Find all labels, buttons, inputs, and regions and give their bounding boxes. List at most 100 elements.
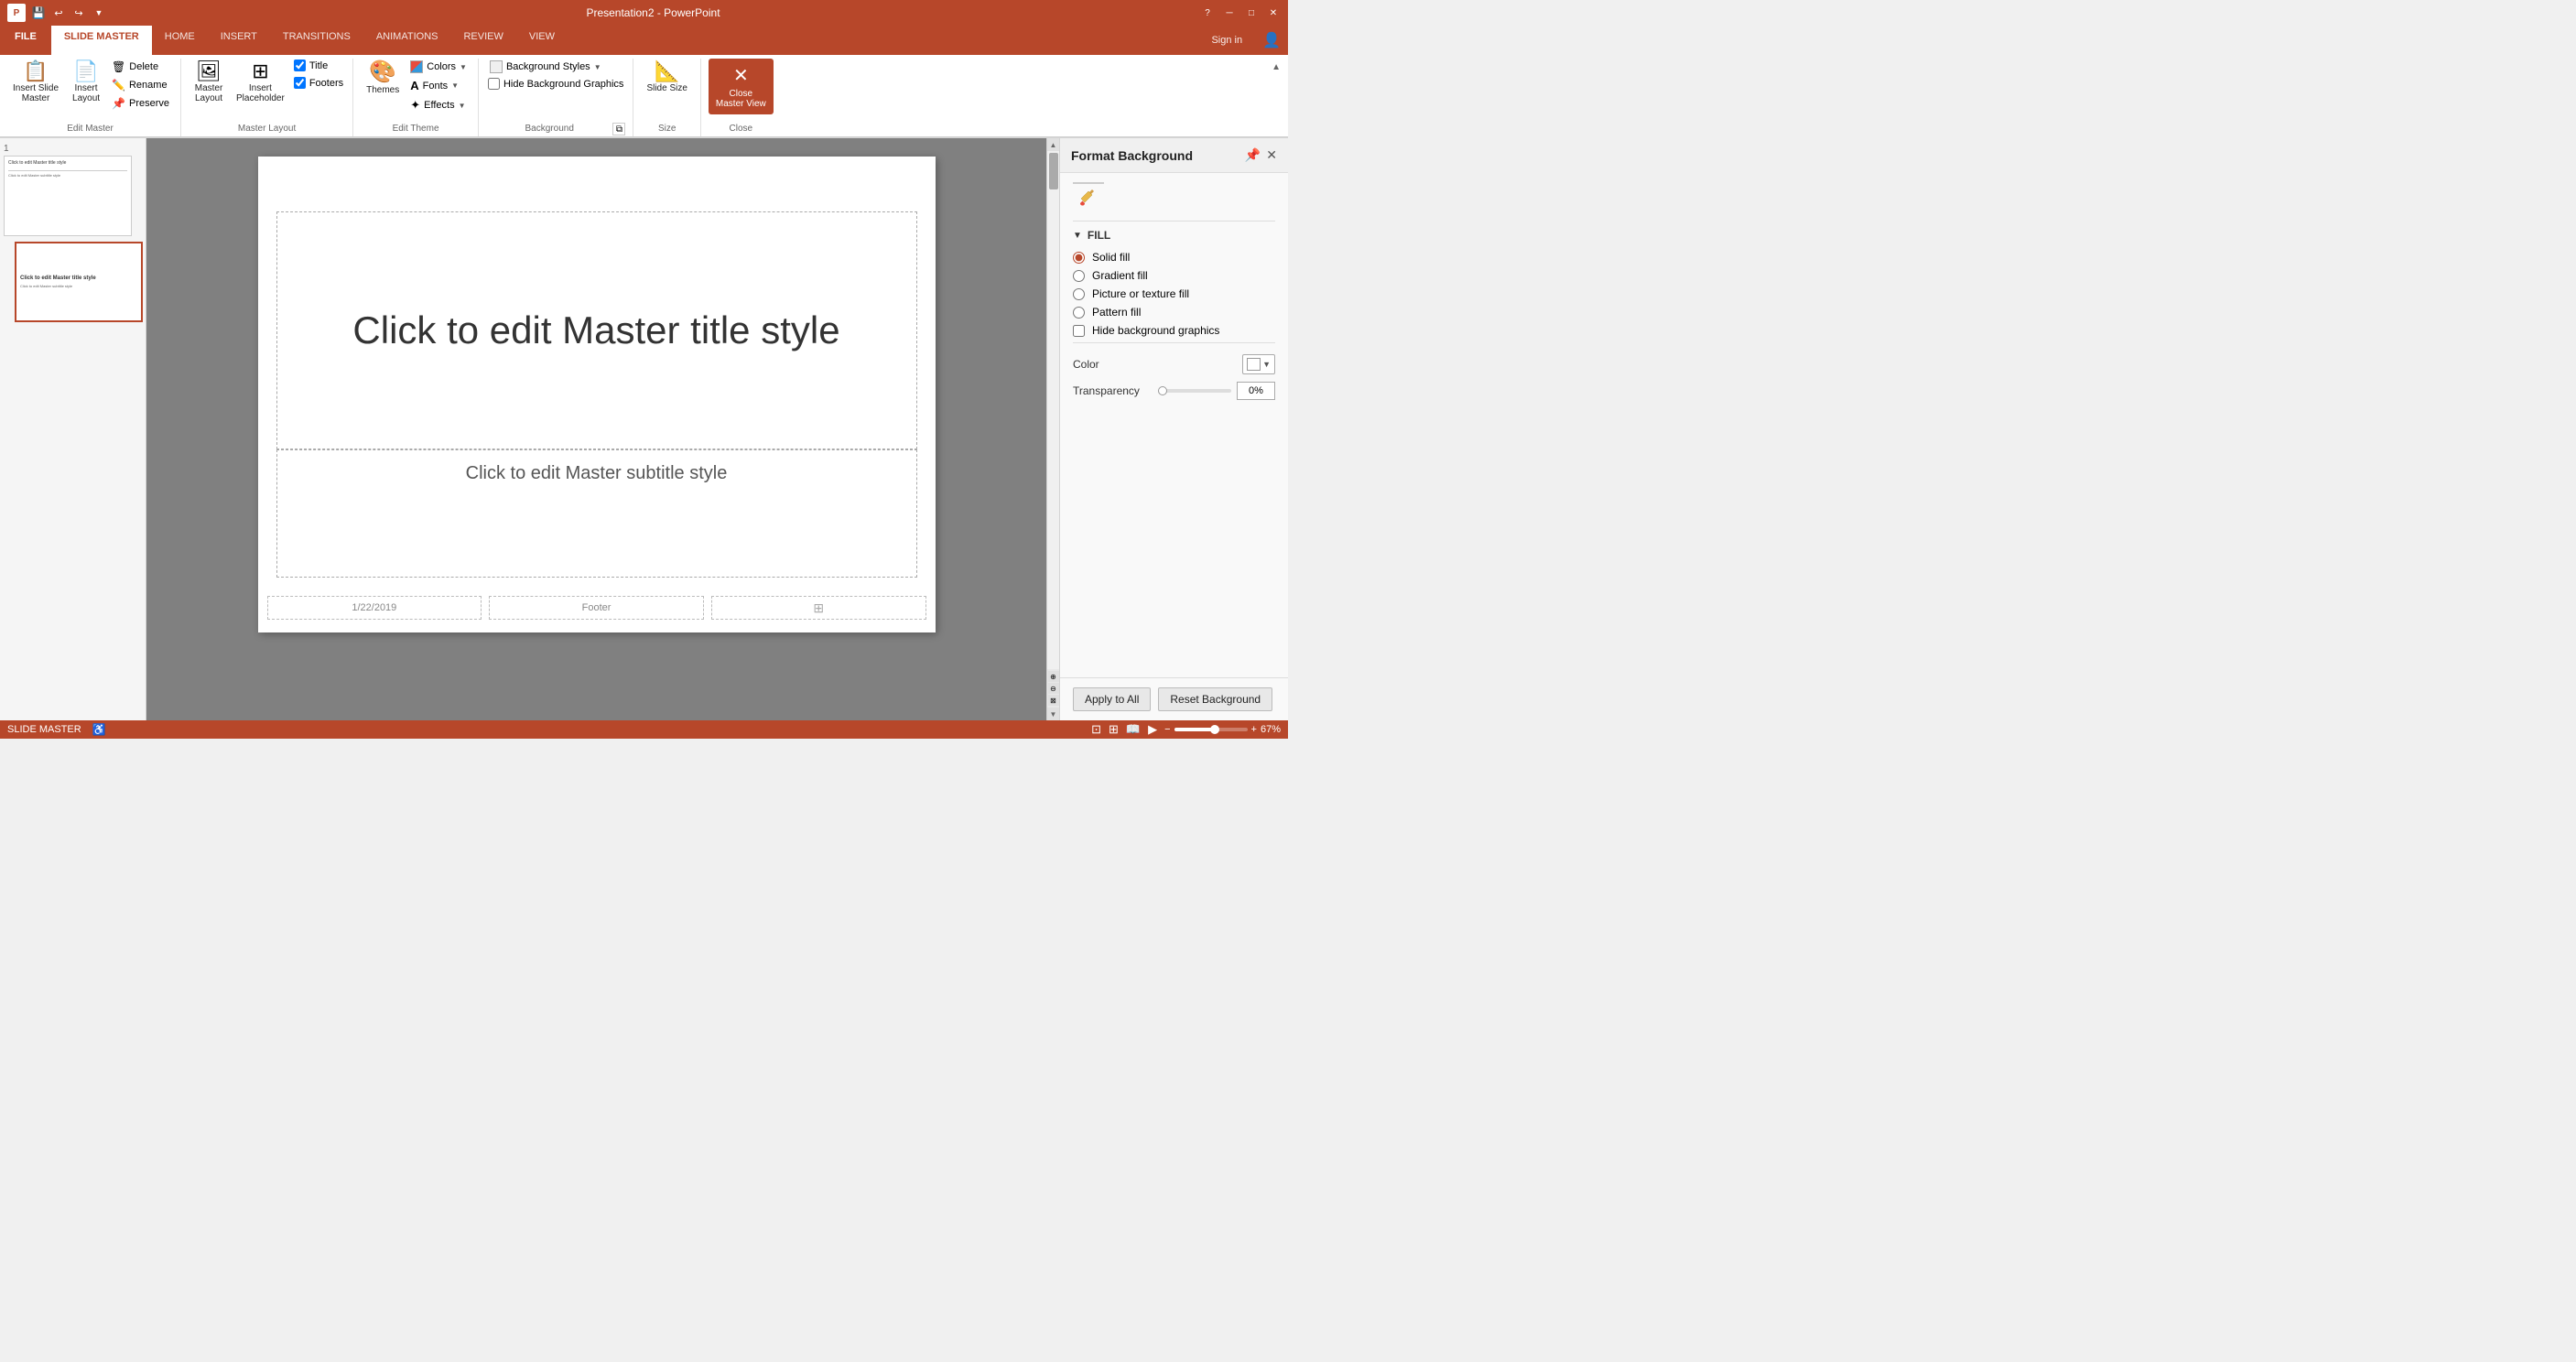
- slide-subtitle-text: Click to edit Master subtitle style: [466, 463, 728, 484]
- delete-button[interactable]: 🗑 Delete: [108, 59, 173, 75]
- colors-button[interactable]: Colors ▼: [406, 59, 471, 75]
- reset-background-button[interactable]: Reset Background: [1158, 687, 1272, 711]
- minimize-button[interactable]: ─: [1222, 6, 1237, 19]
- scroll-down-button[interactable]: ▼: [1047, 708, 1060, 720]
- hide-bg-graphics-option[interactable]: Hide background graphics: [1073, 324, 1275, 337]
- format-panel-icons: 📌 ✕: [1245, 147, 1277, 163]
- slide-sorter-icon[interactable]: ⊞: [1109, 722, 1119, 737]
- ribbon-collapse-button[interactable]: ▲: [1264, 59, 1288, 76]
- title-checkbox[interactable]: Title: [292, 59, 345, 72]
- insert-layout-button[interactable]: 📄 Insert Layout: [66, 59, 106, 106]
- normal-view-icon[interactable]: ⊡: [1091, 722, 1101, 737]
- footer-page-box[interactable]: ⊞: [711, 596, 926, 620]
- background-styles-dropdown-icon: ▼: [594, 63, 601, 71]
- background-styles-button[interactable]: Background Styles ▼: [486, 59, 625, 75]
- apply-to-all-button[interactable]: Apply to All: [1073, 687, 1151, 711]
- maximize-button[interactable]: □: [1244, 6, 1259, 19]
- powerpoint-logo: P: [7, 4, 26, 22]
- zoom-in-button[interactable]: +: [1251, 724, 1257, 735]
- themes-icon: 🎨: [369, 61, 396, 83]
- scroll-zoom-btn-3[interactable]: ⊠: [1048, 695, 1059, 706]
- zoom-slider-thumb[interactable]: [1210, 725, 1219, 734]
- zoom-out-button[interactable]: −: [1164, 724, 1170, 735]
- tab-slide-master[interactable]: SLIDE MASTER: [51, 26, 152, 55]
- scroll-thumb[interactable]: [1049, 153, 1058, 189]
- panel-close-button[interactable]: ✕: [1266, 147, 1277, 163]
- footer-text-box[interactable]: Footer: [489, 596, 704, 620]
- reading-view-icon[interactable]: 📖: [1126, 722, 1141, 737]
- slide-canvas[interactable]: Click to edit Master title style Click t…: [258, 157, 936, 632]
- slide-subtitle-area[interactable]: Click to edit Master subtitle style: [276, 449, 917, 578]
- group-edit-theme: 🎨 Themes Colors ▼ A Fonts ▼ ✦: [353, 59, 479, 136]
- preserve-icon: 📌: [112, 97, 125, 110]
- master-layout-items: 🖼 Master Layout ⊞ Insert Placeholder Tit…: [189, 59, 345, 122]
- ribbon: FILE SLIDE MASTER HOME INSERT TRANSITION…: [0, 26, 1288, 138]
- edit-master-items: 📋 Insert Slide Master 📄 Insert Layout 🗑 …: [7, 59, 173, 122]
- close-button[interactable]: ✕: [1266, 6, 1281, 19]
- scroll-zoom-btn-1[interactable]: ⊕: [1048, 671, 1059, 682]
- account-icon[interactable]: 👤: [1255, 26, 1288, 55]
- undo-button[interactable]: ↩: [51, 6, 66, 19]
- tab-review[interactable]: REVIEW: [450, 26, 515, 55]
- hide-background-checkbox[interactable]: Hide Background Graphics: [486, 77, 625, 91]
- effects-button[interactable]: ✦ Effects ▼: [406, 96, 471, 114]
- fill-section-header[interactable]: ▼ FILL: [1073, 229, 1275, 242]
- preserve-button[interactable]: 📌 Preserve: [108, 95, 173, 112]
- slider-thumb[interactable]: [1158, 386, 1167, 395]
- tab-file[interactable]: FILE: [0, 26, 51, 55]
- slide-thumb-1[interactable]: 1 Click to edit Master title style Click…: [4, 144, 142, 236]
- group-size: 📐 Slide Size Size: [633, 59, 700, 136]
- panel-pin-button[interactable]: 📌: [1245, 147, 1261, 163]
- insert-slide-master-button[interactable]: 📋 Insert Slide Master: [7, 59, 64, 106]
- master-layout-button[interactable]: 🖼 Master Layout: [189, 59, 229, 106]
- scroll-up-button[interactable]: ▲: [1047, 138, 1060, 151]
- slide-thumb-img-2[interactable]: Click to edit Master title style Click t…: [15, 242, 143, 322]
- main-canvas-area: Click to edit Master title style Click t…: [146, 138, 1059, 720]
- save-button[interactable]: 💾: [31, 6, 46, 19]
- status-bar-right: ⊡ ⊞ 📖 ▶ − + 67%: [1091, 722, 1281, 737]
- footer-date-box[interactable]: 1/22/2019: [267, 596, 482, 620]
- sign-in-button[interactable]: Sign in: [1198, 26, 1255, 55]
- status-bar-left: SLIDE MASTER ♿: [7, 723, 106, 736]
- picture-texture-fill-option[interactable]: Picture or texture fill: [1073, 287, 1275, 300]
- thumb2-title: Click to edit Master title style: [20, 276, 137, 281]
- color-picker-button[interactable]: ▼: [1242, 354, 1275, 374]
- tab-animations[interactable]: ANIMATIONS: [363, 26, 451, 55]
- slide-title-area[interactable]: Click to edit Master title style: [276, 211, 917, 449]
- redo-button[interactable]: ↪: [71, 6, 86, 19]
- fill-paint-icon[interactable]: [1073, 182, 1104, 213]
- transparency-slider[interactable]: [1158, 389, 1231, 393]
- slideshow-icon[interactable]: ▶: [1148, 722, 1157, 737]
- master-layout-checkboxes: Title Footers: [292, 59, 345, 90]
- scroll-zoom-btn-2[interactable]: ⊖: [1048, 683, 1059, 694]
- transparency-value[interactable]: 0%: [1237, 382, 1275, 400]
- slide-thumb-2[interactable]: Click to edit Master title style Click t…: [4, 242, 142, 322]
- tab-view[interactable]: VIEW: [516, 26, 568, 55]
- insert-placeholder-button[interactable]: ⊞ Insert Placeholder: [231, 59, 290, 106]
- themes-button[interactable]: 🎨 Themes: [361, 59, 405, 98]
- vertical-scrollbar[interactable]: ▲ ⊕ ⊖ ⊠ ▼: [1046, 138, 1059, 720]
- accessibility-icon[interactable]: ♿: [92, 723, 106, 736]
- tab-transitions[interactable]: TRANSITIONS: [270, 26, 363, 55]
- edit-master-label: Edit Master: [7, 122, 173, 136]
- help-button[interactable]: ?: [1200, 6, 1215, 19]
- slide-thumb-img-1[interactable]: Click to edit Master title style Click t…: [4, 156, 132, 236]
- background-dialog-button[interactable]: ⧉: [612, 123, 625, 135]
- canvas-container[interactable]: Click to edit Master title style Click t…: [146, 138, 1046, 720]
- group-master-layout: 🖼 Master Layout ⊞ Insert Placeholder Tit…: [181, 59, 353, 136]
- fonts-button[interactable]: A Fonts ▼: [406, 77, 471, 94]
- tab-home[interactable]: HOME: [152, 26, 208, 55]
- close-master-view-button[interactable]: ✕ Close Master View: [709, 59, 774, 114]
- footers-checkbox[interactable]: Footers: [292, 76, 345, 90]
- slide-size-button[interactable]: 📐 Slide Size: [641, 59, 692, 96]
- rename-button[interactable]: ✏️ Rename: [108, 77, 173, 93]
- thumb1-divider: [8, 170, 127, 171]
- zoom-level: 67%: [1261, 724, 1281, 735]
- scroll-track[interactable]: [1047, 151, 1059, 669]
- customize-button[interactable]: ▼: [92, 6, 106, 19]
- tab-insert[interactable]: INSERT: [208, 26, 270, 55]
- gradient-fill-option[interactable]: Gradient fill: [1073, 269, 1275, 282]
- pattern-fill-option[interactable]: Pattern fill: [1073, 306, 1275, 319]
- solid-fill-option[interactable]: Solid fill: [1073, 251, 1275, 264]
- zoom-slider[interactable]: [1174, 728, 1248, 731]
